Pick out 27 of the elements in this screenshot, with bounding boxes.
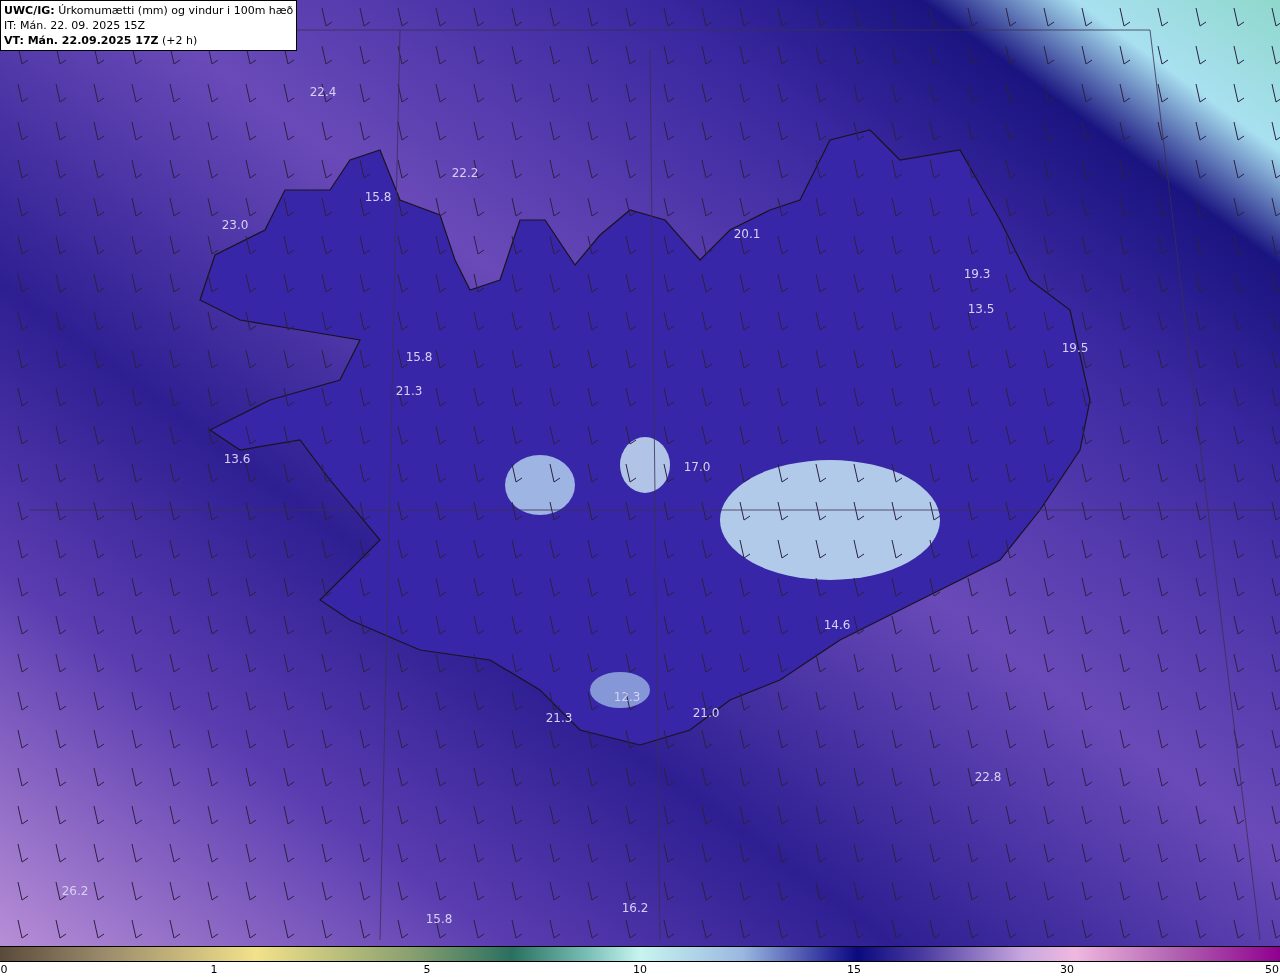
map-value-label: 26.2	[61, 884, 89, 898]
colorbar-tick-label: 15	[847, 963, 861, 976]
map-value-label: 16.2	[621, 901, 649, 915]
map-value-label: 15.8	[405, 350, 433, 364]
map-value-label: 15.8	[425, 912, 453, 926]
map-value-label: 15.8	[364, 190, 392, 204]
map-value-label: 17.0	[683, 460, 711, 474]
map-value-label: 22.2	[451, 166, 479, 180]
map-value-label: 23.0	[221, 218, 249, 232]
map-value-label: 22.8	[974, 770, 1002, 784]
colorbar-tick-label: 10	[633, 963, 647, 976]
map-value-label: 13.6	[223, 452, 251, 466]
map-title: UWC/IG: Úrkomumætti (mm) og vindur i 100m hæð	[4, 3, 294, 18]
map-value-label: 21.3	[395, 384, 423, 398]
map-value-label: 14.6	[823, 618, 851, 632]
map-value-label: 22.4	[309, 85, 337, 99]
map-value-label: 13.5	[967, 302, 995, 316]
colorbar-tick-label: 0	[0, 963, 8, 976]
colorbar-tick-label: 50	[1265, 963, 1279, 976]
colorbar-tick-label: 1	[210, 963, 218, 976]
valid-time: VT: Mán. 22.09.2025 17Z (+2 h)	[4, 33, 199, 48]
map-value-label: 20.1	[733, 227, 761, 241]
colorbar-tick-label: 5	[423, 963, 431, 976]
colorbar-tick-label: 30	[1060, 963, 1074, 976]
issue-time: IT: Mán. 22. 09. 2025 15Z	[4, 18, 147, 33]
map-value-label: 19.5	[1061, 341, 1089, 355]
map-value-label: 19.3	[963, 267, 991, 281]
